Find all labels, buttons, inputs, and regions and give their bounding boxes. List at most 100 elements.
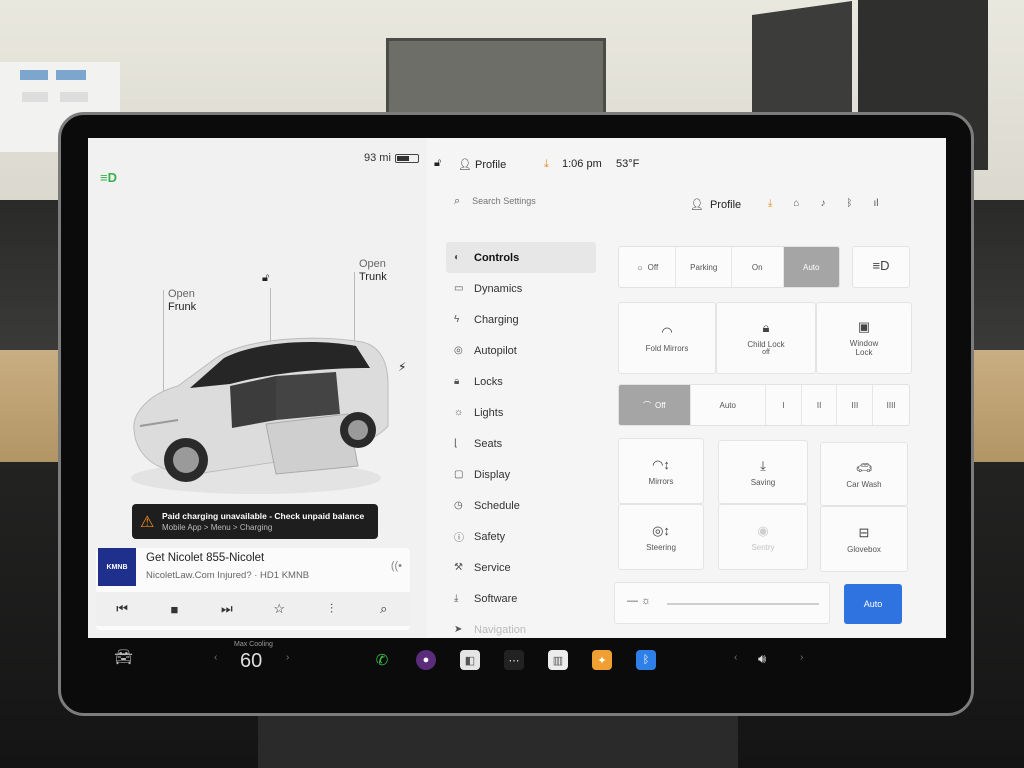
download-icon[interactable]: ⤓: [768, 198, 772, 209]
saving-button[interactable]: ⤓ Saving: [718, 440, 808, 504]
cabin-temperature[interactable]: 60: [240, 650, 262, 673]
menu-item-navigation[interactable]: ➤ Navigation: [446, 614, 596, 638]
lights-auto-option[interactable]: Auto: [783, 247, 839, 287]
homelink-icon[interactable]: ⌂: [793, 198, 799, 209]
volume-icon[interactable]: 🔊︎: [758, 651, 766, 667]
toggle-icon: ◐: [454, 252, 461, 263]
stop-icon[interactable]: ■: [161, 602, 187, 617]
menu-item-controls[interactable]: ◐ Controls: [446, 242, 596, 273]
radio-source-icon[interactable]: ((•: [391, 560, 402, 572]
frunk-line2: Frunk: [168, 301, 197, 313]
bluetooth-icon[interactable]: ᛒ: [846, 198, 852, 209]
menu-label: Dynamics: [474, 282, 523, 295]
tile-label: Window: [849, 339, 879, 348]
next-track-icon[interactable]: ⏭︎: [214, 601, 240, 617]
outside-temperature: 53°F: [616, 158, 640, 170]
bell-icon[interactable]: ♪: [820, 198, 825, 209]
menu-label: Navigation: [474, 623, 526, 636]
menu-item-autopilot[interactable]: ◎ Autopilot: [446, 335, 596, 366]
lights-on-option[interactable]: On: [732, 247, 784, 287]
menu-label: Locks: [474, 375, 503, 388]
headlight-indicator-icon: ≡D: [100, 170, 117, 185]
phone-icon[interactable]: ✆: [372, 650, 392, 670]
wipers-speed-2-option[interactable]: II: [802, 385, 838, 425]
charge-port-bolt-icon[interactable]: ⚡︎: [398, 360, 406, 374]
profile-status[interactable]: 👤︎ Profile: [458, 158, 506, 171]
unlock-icon[interactable]: 🔓︎: [262, 272, 269, 285]
menu-item-lights[interactable]: ☼ Lights: [446, 397, 596, 428]
app-launcher-icon[interactable]: ⋯: [504, 650, 524, 670]
fold-mirrors-button[interactable]: ◠ Fold Mirrors: [618, 302, 716, 374]
menu-item-display[interactable]: ▢ Display: [446, 459, 596, 490]
volume-up-chevron-icon[interactable]: ›: [800, 652, 803, 663]
window-lock-button[interactable]: ▣ Window Lock: [816, 302, 912, 374]
equalizer-icon[interactable]: ⫶: [318, 601, 344, 617]
car-wash-button[interactable]: 🚗︎ Car Wash: [820, 442, 908, 506]
wipers-off-option[interactable]: ⌒ Off: [619, 385, 691, 425]
menu-item-safety[interactable]: ⓘ Safety: [446, 521, 596, 552]
wipers-speed-3-option[interactable]: III: [837, 385, 874, 425]
lock-status-icon[interactable]: 🔓︎: [434, 157, 441, 170]
volume-down-chevron-icon[interactable]: ‹: [734, 652, 737, 663]
lights-parking-option[interactable]: Parking: [676, 247, 732, 287]
climate-mode-label: Max Cooling: [234, 641, 273, 648]
wipers-auto-option[interactable]: Auto: [691, 385, 766, 425]
settings-search-input[interactable]: [472, 196, 633, 206]
tile-sublabel: off: [762, 349, 770, 356]
temp-down-chevron-icon[interactable]: ‹: [214, 652, 217, 663]
headlights-selector: ☼ Off Parking On Auto: [618, 246, 840, 288]
temp-up-chevron-icon[interactable]: ›: [286, 652, 289, 663]
menu-item-schedule[interactable]: ◷ Schedule: [446, 490, 596, 521]
menu-item-service[interactable]: ⚒︎ Service: [446, 552, 596, 583]
search-icon[interactable]: ⌕: [371, 601, 397, 617]
menu-item-seats[interactable]: ⌊ Seats: [446, 428, 596, 459]
lights-off-option[interactable]: ☼ Off: [619, 247, 677, 287]
profile-label: Profile: [475, 159, 507, 171]
display-brightness-slider[interactable]: — ☼: [614, 582, 830, 624]
wipers-speed-4-option[interactable]: IIII: [873, 385, 909, 425]
steering-adjust-button[interactable]: ◎↕ Steering: [618, 504, 704, 570]
charging-alert-banner[interactable]: ⚠︎ Paid charging unavailable - Check unp…: [132, 504, 378, 539]
previous-track-icon[interactable]: ⏮︎: [109, 601, 135, 617]
wipers-speed-1-option[interactable]: I: [766, 385, 802, 425]
display-icon: ▢: [454, 469, 464, 480]
slider-track[interactable]: [667, 603, 819, 605]
menu-label: Charging: [474, 313, 519, 326]
profile-icon: 👤︎: [690, 199, 704, 211]
trunk-callout[interactable]: Open Trunk: [359, 258, 387, 284]
settings-menu: ◐ Controls ▭ Dynamics ϟ Charging ◎ Autopilot…: [446, 242, 596, 638]
sentry-button[interactable]: ◉ Sentry: [718, 504, 808, 570]
brightness-icon: — ☼: [627, 595, 652, 607]
tile-label: Saving: [750, 477, 776, 487]
frunk-callout[interactable]: Open Frunk: [168, 288, 196, 314]
child-lock-button[interactable]: 🔒︎ Child Lock off: [716, 302, 816, 374]
glovebox-icon: ⊟: [858, 524, 870, 540]
glovebox-button[interactable]: ⊟ Glovebox: [820, 506, 908, 572]
menu-item-locks[interactable]: 🔒︎ Locks: [446, 366, 596, 397]
wrench-icon: ⚒︎: [454, 562, 463, 573]
media-controls: ⏮︎ ■ ⏭︎ ☆ ⫶ ⌕: [96, 592, 410, 626]
auto-high-beam-button[interactable]: ≡D: [852, 246, 910, 288]
tile-label: Mirrors: [648, 476, 674, 486]
calendar-icon[interactable]: ▥: [548, 650, 568, 670]
arcade-icon[interactable]: ✦: [592, 650, 612, 670]
bluetooth-app-icon[interactable]: ᛒ: [636, 650, 656, 670]
car-icon[interactable]: 🚘︎: [114, 648, 133, 666]
mirrors-adjust-button[interactable]: ◠↕ Mirrors: [618, 438, 704, 504]
settings-profile[interactable]: 👤︎ Profile: [690, 198, 741, 212]
menu-item-charging[interactable]: ϟ Charging: [446, 304, 596, 335]
update-download-icon[interactable]: ⤓: [544, 158, 549, 171]
station-artwork[interactable]: KMNB: [98, 548, 136, 586]
menu-item-dynamics[interactable]: ▭ Dynamics: [446, 273, 596, 304]
mirror-icon: ◠: [661, 323, 673, 339]
trunk-line1: Open: [359, 258, 386, 270]
toybox-icon[interactable]: ◧: [460, 650, 480, 670]
brightness-auto-button[interactable]: Auto: [844, 584, 902, 624]
camera-icon[interactable]: ●: [416, 650, 436, 670]
menu-label: Controls: [474, 251, 520, 264]
trunk-line2: Trunk: [359, 271, 387, 283]
favorite-star-icon[interactable]: ☆: [266, 601, 292, 617]
menu-item-software[interactable]: ⤓ Software: [446, 583, 596, 614]
media-title: Get Nicolet 855-Nicolet: [146, 552, 265, 564]
mirror-adjust-icon: ◠↕: [652, 456, 670, 472]
